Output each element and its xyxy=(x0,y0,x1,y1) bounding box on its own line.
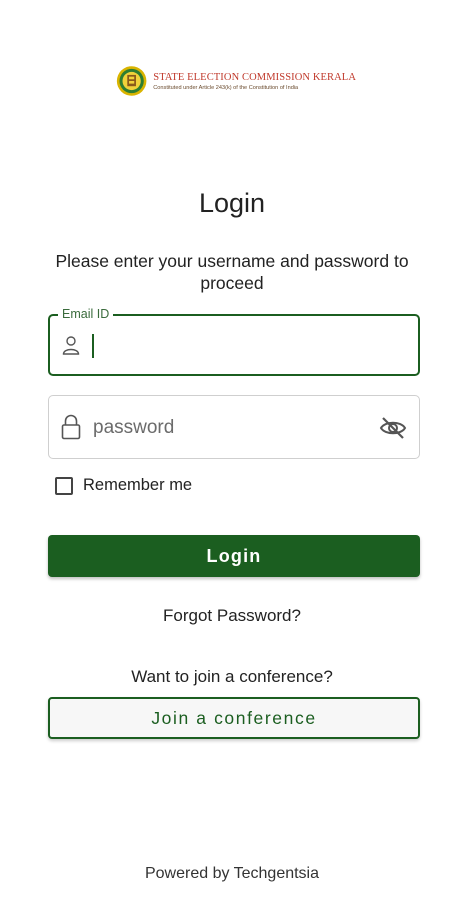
logo-subtitle: Constituted under Article 243(k) of the … xyxy=(153,84,299,91)
remember-me[interactable]: Remember me xyxy=(55,476,192,495)
user-icon xyxy=(62,336,80,355)
join-prompt-text: Want to join a conference? xyxy=(131,667,333,686)
logo: STATE ELECTION COMMISSION KERALA Constit… xyxy=(116,62,356,100)
powered-by-text: Powered by Techgentsia xyxy=(144,865,320,882)
text-cursor xyxy=(92,334,94,358)
forgot-password-link[interactable]: Forgot Password? xyxy=(0,606,464,626)
seal-icon xyxy=(116,66,147,96)
password-input[interactable] xyxy=(91,410,365,446)
email-input[interactable] xyxy=(98,328,402,364)
page-title: Login xyxy=(198,188,266,218)
login-button[interactable]: Login xyxy=(48,535,420,577)
password-field[interactable] xyxy=(48,395,420,459)
remember-checkbox[interactable] xyxy=(55,476,73,495)
email-field-label: Email ID xyxy=(58,307,114,321)
eye-off-icon[interactable] xyxy=(379,416,407,440)
instructions-text: Please enter your username and password … xyxy=(55,251,409,293)
logo-title: STATE ELECTION COMMISSION KERALA xyxy=(153,71,356,83)
email-field[interactable]: Email ID xyxy=(48,307,420,376)
lock-icon xyxy=(61,414,81,440)
join-conference-button[interactable]: Join a conference xyxy=(48,697,420,739)
remember-label: Remember me xyxy=(83,476,193,494)
